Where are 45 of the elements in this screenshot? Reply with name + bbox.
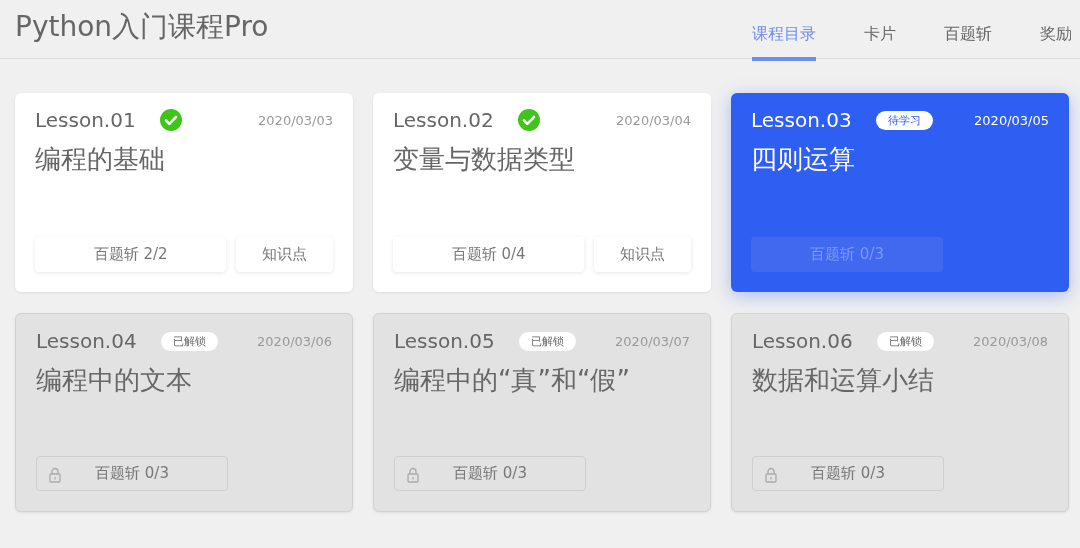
lesson-number: Lesson.04 [36, 329, 137, 353]
app-title: Python入门课程Pro [15, 9, 269, 45]
lesson-date: 2020/03/08 [973, 333, 1048, 349]
lesson-number: Lesson.01 [35, 108, 136, 132]
lock-icon [765, 467, 777, 483]
lesson-button[interactable]: 知识点 [594, 237, 691, 272]
lesson-number: Lesson.05 [394, 329, 495, 353]
lesson-date: 2020/03/05 [974, 112, 1049, 128]
lesson-date: 2020/03/07 [615, 333, 690, 349]
lesson-card[interactable]: Lesson.04 已解锁 2020/03/06 编程中的文本 百题斩 0/3 [15, 313, 353, 512]
lesson-button[interactable]: 知识点 [236, 237, 333, 272]
lesson-button[interactable]: 百题斩 0/3 [36, 456, 228, 491]
lesson-title: 四则运算 [751, 143, 856, 176]
lesson-title: 数据和运算小结 [752, 364, 935, 397]
status-badge: 已解锁 [160, 331, 218, 351]
check-circle-icon [159, 109, 182, 131]
lesson-button[interactable]: 百题斩 0/3 [394, 456, 586, 491]
lesson-card[interactable]: Lesson.05 已解锁 2020/03/07 编程中的“真”和“假” 百题斩 0/3 [373, 313, 711, 512]
lock-icon [407, 467, 419, 483]
lesson-card[interactable]: Lesson.03 待学习 2020/03/05 四则运算 百题斩 0/3 [731, 93, 1069, 292]
lesson-title: 编程中的文本 [36, 364, 193, 397]
tab[interactable]: 百题斩 [944, 24, 992, 61]
lesson-title: 变量与数据类型 [393, 143, 576, 176]
tab[interactable]: 奖励 [1040, 24, 1072, 61]
lesson-number: Lesson.03 [751, 108, 852, 132]
lesson-title: 编程中的“真”和“假” [394, 364, 631, 397]
lesson-date: 2020/03/06 [257, 333, 332, 349]
status-badge: 待学习 [875, 110, 933, 130]
lesson-date: 2020/03/03 [258, 112, 333, 128]
lesson-card[interactable]: Lesson.02 2020/03/04 变量与数据类型 百题斩 0/4 知识点 [373, 93, 711, 292]
lesson-date: 2020/03/04 [616, 112, 691, 128]
status-badge: 已解锁 [876, 331, 934, 351]
lesson-title: 编程的基础 [35, 143, 166, 176]
status-badge: 已解锁 [518, 331, 576, 351]
tab[interactable]: 卡片 [864, 24, 896, 61]
tab[interactable]: 课程目录 [752, 24, 816, 61]
lesson-number: Lesson.06 [752, 329, 853, 353]
lock-icon [49, 467, 61, 483]
lesson-button[interactable]: 百题斩 0/4 [393, 237, 585, 272]
lesson-card[interactable]: Lesson.01 2020/03/03 编程的基础 百题斩 2/2 知识点 [15, 93, 353, 292]
lesson-card[interactable]: Lesson.06 已解锁 2020/03/08 数据和运算小结 百题斩 0/3 [731, 313, 1069, 512]
lesson-button[interactable]: 百题斩 0/3 [752, 456, 944, 491]
lesson-number: Lesson.02 [393, 108, 494, 132]
lesson-button[interactable]: 百题斩 2/2 [35, 237, 227, 272]
check-circle-icon [517, 109, 540, 131]
